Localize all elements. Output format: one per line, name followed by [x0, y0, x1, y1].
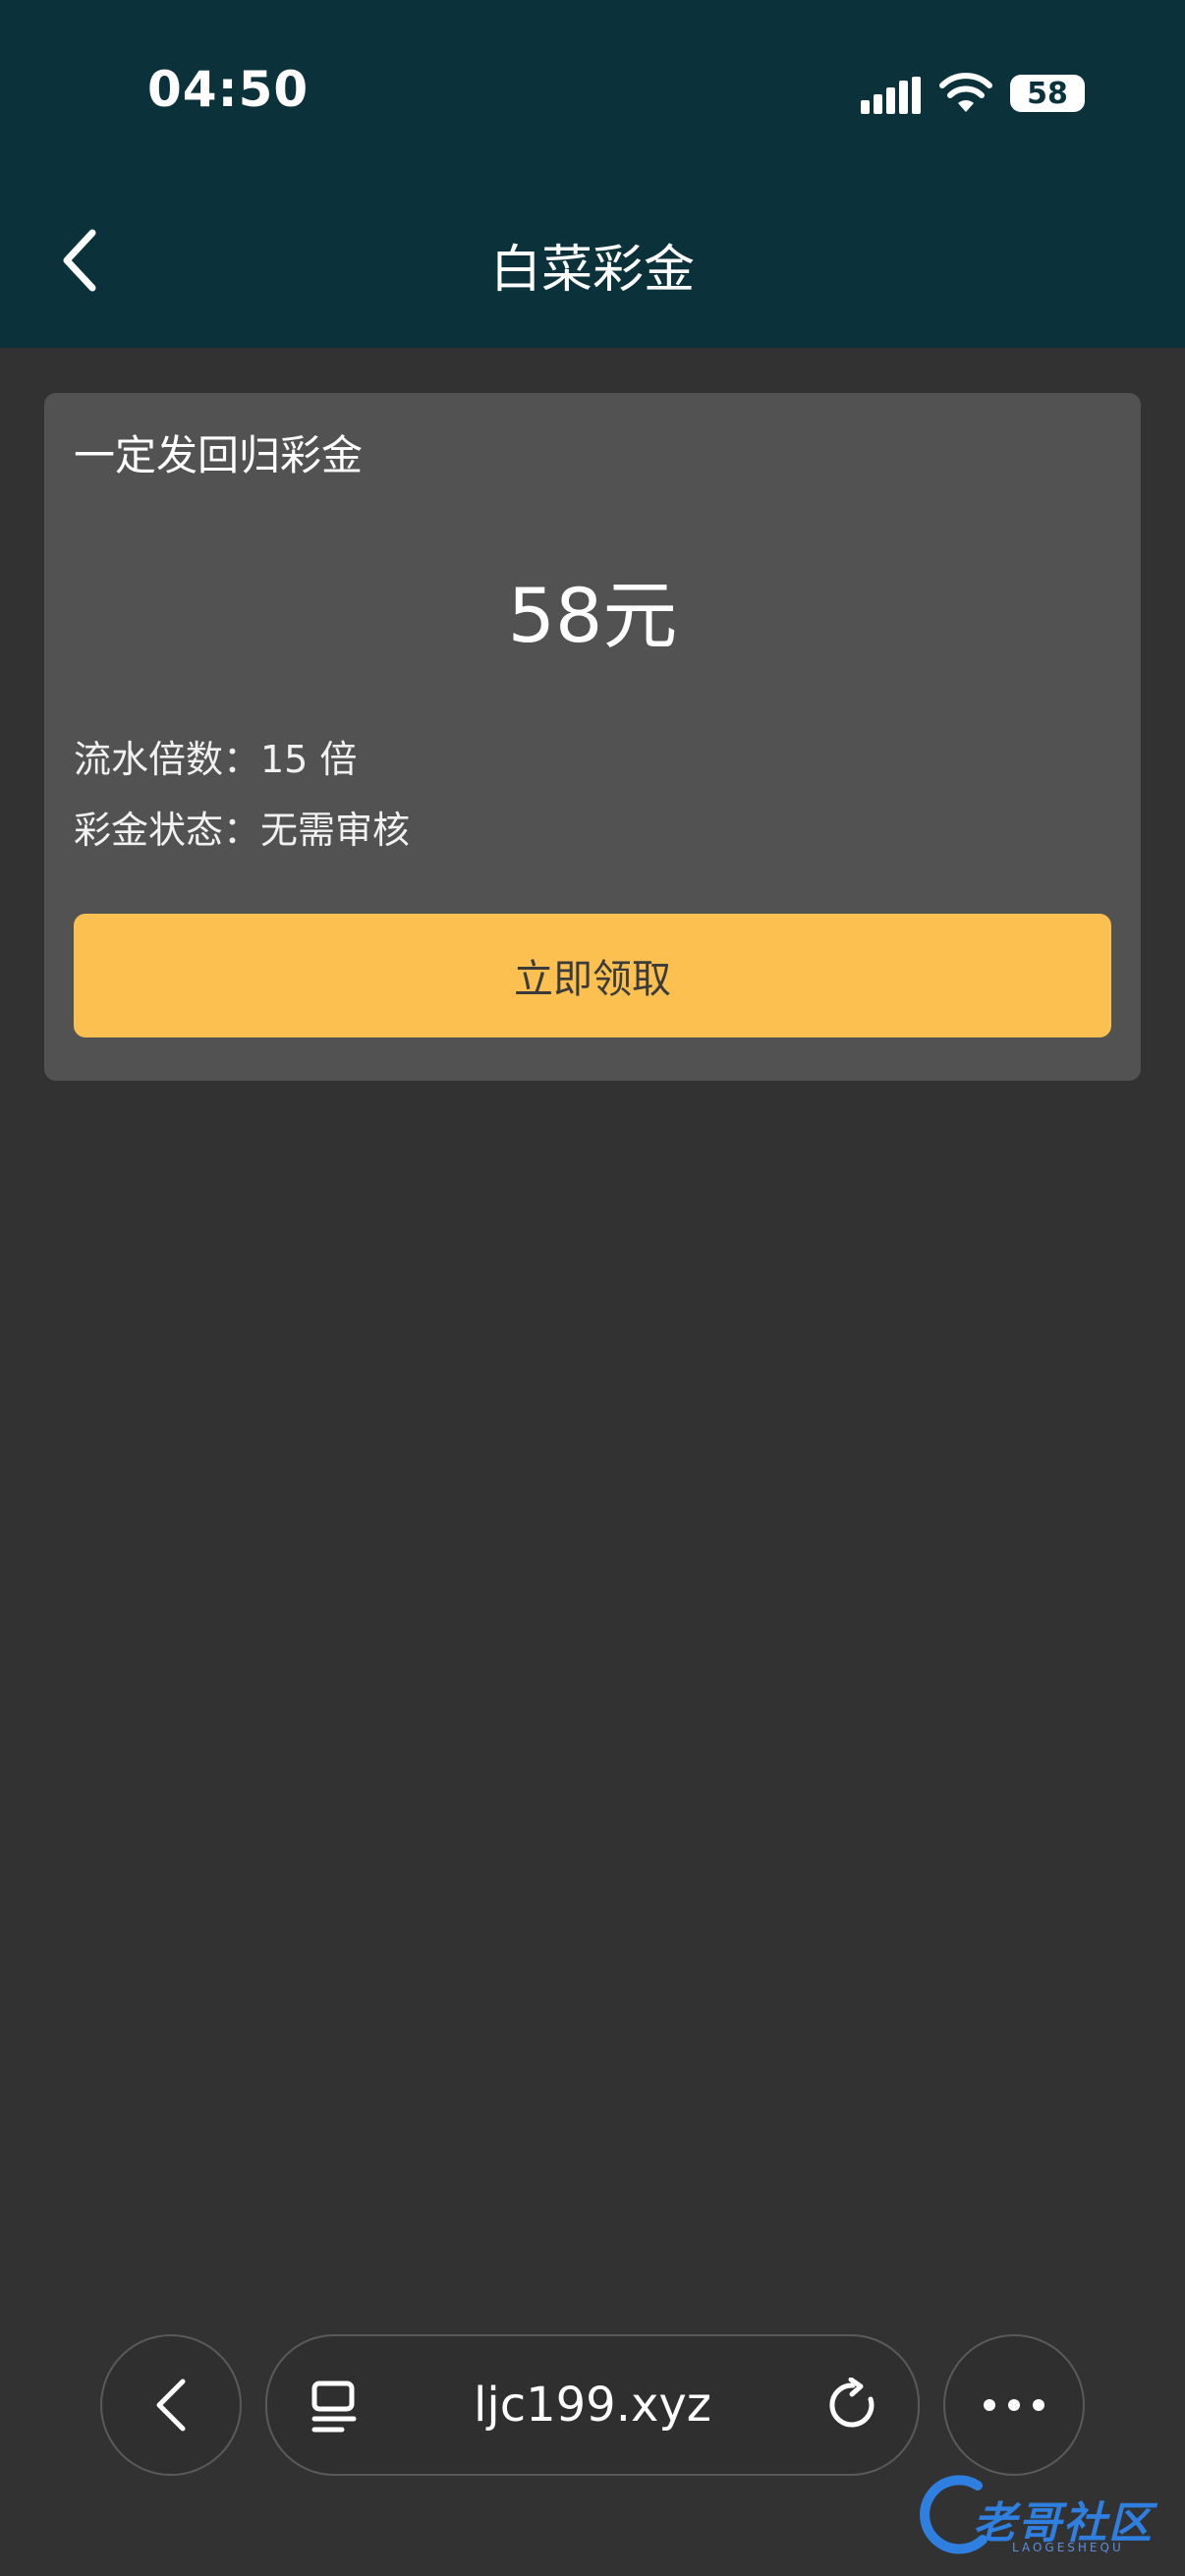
- watermark-subtext: LAOGESHEQU: [1012, 2541, 1124, 2554]
- address-bar[interactable]: ljc199.xyz: [265, 2334, 920, 2476]
- battery-icon: 58: [1010, 75, 1085, 112]
- browser-toolbar: ljc199.xyz: [0, 2328, 1185, 2486]
- claim-button[interactable]: 立即领取: [74, 914, 1111, 1037]
- turnover-multiplier: 流水倍数：15 倍: [74, 738, 358, 781]
- status-time: 04:50: [147, 61, 310, 118]
- browser-back-button[interactable]: [100, 2334, 242, 2476]
- url-text: ljc199.xyz: [474, 2378, 711, 2433]
- app-header: 04:50 58 白菜彩金: [0, 0, 1185, 348]
- page-title: 白菜彩金: [489, 241, 695, 300]
- back-icon: [156, 2379, 186, 2432]
- watermark-logo: 老哥社区 LAOGESHEQU: [919, 2466, 1174, 2564]
- reload-icon[interactable]: [825, 2378, 880, 2433]
- wifi-icon: [939, 73, 992, 112]
- more-icon: [984, 2399, 1044, 2411]
- more-button[interactable]: [943, 2334, 1085, 2476]
- bonus-card: 一定发回归彩金 58元 流水倍数：15 倍 彩金状态：无需审核 立即领取: [44, 393, 1141, 1081]
- battery-level: 58: [1027, 76, 1068, 111]
- bonus-title: 一定发回归彩金: [74, 431, 364, 479]
- bonus-amount: 58元: [507, 572, 678, 659]
- bonus-status: 彩金状态：无需审核: [74, 809, 411, 852]
- signal-icon: [861, 77, 921, 114]
